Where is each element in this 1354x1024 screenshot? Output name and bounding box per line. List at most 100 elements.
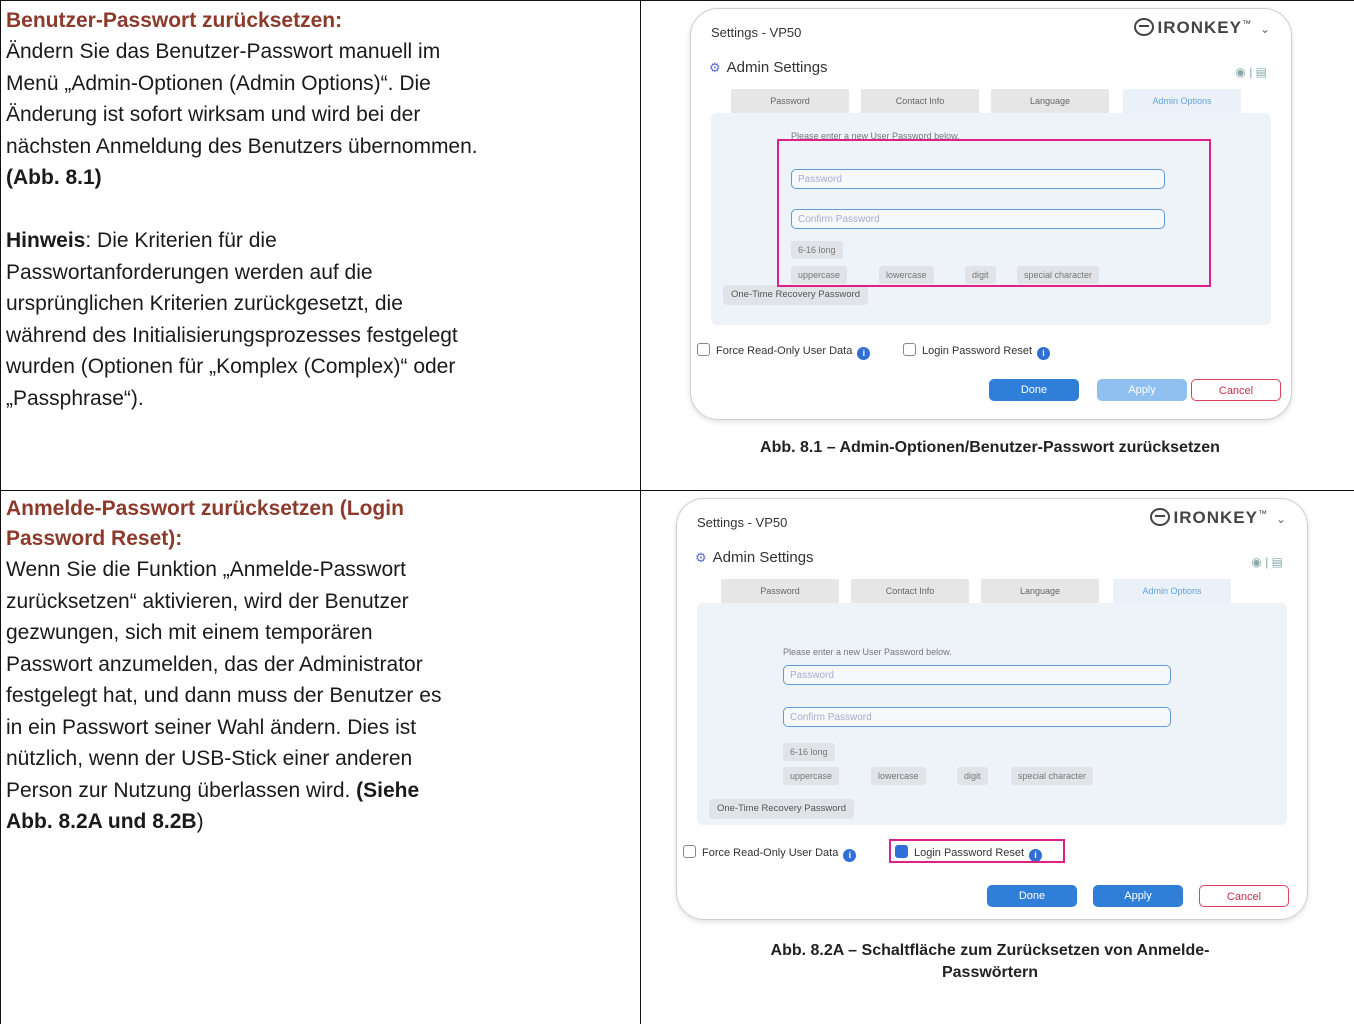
section2-line-5: festgelegt hat, und dann muss der Benutz… bbox=[6, 684, 442, 707]
section1-line-4: nächsten Anmeldung des Benutzers übernom… bbox=[6, 134, 478, 158]
section2-line-8: Person zur Nutzung überlassen wird. (Sie… bbox=[6, 775, 630, 807]
apply-button[interactable]: Apply bbox=[1093, 885, 1183, 907]
cancel-button[interactable]: Cancel bbox=[1191, 379, 1281, 401]
info-icon[interactable]: i bbox=[857, 347, 871, 360]
ironkey-logo-icon bbox=[1134, 18, 1155, 36]
section1-line-3: Änderung ist sofort wirksam und wird bei… bbox=[6, 103, 421, 126]
force-readonly-label: Force Read-Only User Data bbox=[716, 345, 853, 357]
section1-line-1: Ändern Sie das Benutzer-Passwort manuell… bbox=[6, 40, 441, 63]
table-divider-horizontal bbox=[0, 490, 1354, 491]
keyboard-icon[interactable]: ▤ bbox=[1272, 555, 1283, 569]
force-readonly-option[interactable]: Force Read-Only User Data i bbox=[683, 845, 857, 862]
cancel-button[interactable]: Cancel bbox=[1199, 885, 1289, 907]
chevron-down-icon[interactable]: ⌄ bbox=[1260, 22, 1271, 36]
tab-bar: Password Contact Info Language Admin Opt… bbox=[731, 89, 1241, 113]
section2-heading-line-2: Password Reset): bbox=[6, 527, 183, 550]
note-label: Hinweis bbox=[6, 229, 86, 252]
info-icon[interactable]: i bbox=[1037, 347, 1051, 360]
ironkey-logo-icon bbox=[1150, 508, 1171, 526]
admin-title-text: Admin Settings bbox=[712, 549, 814, 566]
section2-line-9: Abb. 8.2A und 8.2B) bbox=[6, 806, 630, 838]
brand-text: IRONKEY bbox=[1173, 508, 1258, 527]
ironkey-logo: IRONKEY™ ⌄ bbox=[1134, 18, 1271, 38]
force-readonly-option[interactable]: Force Read-Only User Data i bbox=[697, 343, 871, 360]
tab-contact-info[interactable]: Contact Info bbox=[851, 579, 969, 603]
one-time-recovery-button[interactable]: One-Time Recovery Password bbox=[709, 799, 854, 819]
section2-ref: (Siehe bbox=[356, 778, 420, 802]
section2-line-1: Wenn Sie die Funktion „Anmelde-Passwort bbox=[6, 558, 406, 581]
caption-line-2: Passwörtern bbox=[941, 964, 1039, 981]
admin-settings-title: ⚙ Admin Settings bbox=[695, 549, 814, 566]
chevron-down-icon[interactable]: ⌄ bbox=[1276, 512, 1287, 526]
visibility-icon[interactable]: ◉ bbox=[1235, 65, 1245, 79]
highlight-login-reset bbox=[889, 839, 1065, 863]
note-text: : Die Kriterien für die bbox=[85, 229, 277, 252]
force-readonly-label: Force Read-Only User Data bbox=[702, 847, 839, 859]
login-reset-option[interactable]: Login Password Reset i bbox=[903, 343, 1051, 360]
apply-button[interactable]: Apply bbox=[1097, 379, 1187, 401]
info-icon[interactable]: i bbox=[843, 849, 857, 862]
tab-admin-options[interactable]: Admin Options bbox=[1123, 89, 1241, 113]
figure-caption-8-1: Abb. 8.1 – Admin-Optionen/Benutzer-Passw… bbox=[760, 439, 1220, 456]
section2-line-8-text: Person zur Nutzung überlassen wird. bbox=[6, 778, 357, 802]
force-readonly-checkbox[interactable] bbox=[683, 845, 696, 858]
section1-note-line-1: Hinweis: Die Kriterien für die bbox=[6, 225, 630, 257]
window-title: Settings - VP50 bbox=[711, 25, 802, 40]
tab-language[interactable]: Language bbox=[991, 89, 1109, 113]
done-button[interactable]: Done bbox=[989, 379, 1079, 401]
gear-icon: ⚙ bbox=[709, 60, 721, 75]
login-reset-label: Login Password Reset bbox=[922, 345, 1033, 357]
figure-caption-8-2a: Abb. 8.2A – Schaltfläche zum Zurücksetze… bbox=[665, 940, 1315, 984]
section1-note-line-6: „Passphrase“). bbox=[6, 386, 144, 410]
section1-note-line-5: wurden (Optionen für „Komplex (Complex)“… bbox=[6, 355, 456, 378]
length-criterion: 6-16 long bbox=[783, 743, 835, 761]
section2-line-3: gezwungen, sich mit einem temporären bbox=[6, 621, 373, 644]
ironkey-logo: IRONKEY™ ⌄ bbox=[1150, 508, 1287, 528]
section2-heading-line-1: Anmelde-Passwort zurücksetzen (Login bbox=[6, 497, 404, 520]
admin-settings-window-2: Settings - VP50 IRONKEY™ ⌄ ⚙ Admin Setting… bbox=[676, 498, 1308, 920]
table-border-top bbox=[0, 0, 1354, 1]
caption-line-1: Abb. 8.2A – Schaltfläche zum Zurücksetze… bbox=[770, 942, 1210, 959]
admin-options-panel: Please enter a new User Password below. … bbox=[697, 603, 1287, 825]
criterion-lowercase: lowercase bbox=[871, 767, 926, 785]
section1-line-2: Menü „Admin-Optionen (Admin Options)“. D… bbox=[6, 71, 431, 95]
section2-line-2: zurücksetzen“ aktivieren, wird der Benut… bbox=[6, 589, 409, 613]
visibility-icon[interactable]: ◉ bbox=[1251, 555, 1261, 569]
one-time-recovery-button[interactable]: One-Time Recovery Password bbox=[723, 285, 868, 305]
section2-ref-figures: Abb. 8.2A und 8.2B bbox=[6, 810, 197, 833]
tab-admin-options[interactable]: Admin Options bbox=[1113, 579, 1231, 603]
brand-tm: ™ bbox=[1257, 508, 1268, 519]
criterion-special-character: special character bbox=[1011, 767, 1094, 785]
criterion-uppercase: uppercase bbox=[783, 767, 840, 785]
brand-tm: ™ bbox=[1241, 18, 1252, 29]
tab-bar: Password Contact Info Language Admin Opt… bbox=[721, 579, 1231, 603]
toolbar-icons: ◉ | ▤ bbox=[1251, 555, 1283, 569]
tab-contact-info[interactable]: Contact Info bbox=[861, 89, 979, 113]
password-input[interactable]: Password bbox=[783, 665, 1171, 685]
section2-line-6: in ein Passwort seiner Wahl ändern. Dies… bbox=[6, 715, 417, 739]
gear-icon: ⚙ bbox=[695, 550, 707, 565]
section1-ref-line: (Abb. 8.1) bbox=[6, 162, 630, 194]
confirm-password-input[interactable]: Confirm Password bbox=[783, 707, 1171, 727]
force-readonly-checkbox[interactable] bbox=[697, 343, 710, 356]
done-button[interactable]: Done bbox=[987, 885, 1077, 907]
admin-title-text: Admin Settings bbox=[726, 59, 828, 76]
section1-ref: (Abb. 8.1) bbox=[6, 166, 102, 189]
highlight-password-area bbox=[777, 139, 1211, 287]
table-divider-vertical bbox=[640, 0, 641, 1024]
brand-text: IRONKEY bbox=[1157, 18, 1242, 37]
keyboard-icon[interactable]: ▤ bbox=[1256, 65, 1267, 79]
login-reset-checkbox[interactable] bbox=[903, 343, 916, 356]
section1-note-line-2: Passwortanforderungen werden auf die bbox=[6, 260, 373, 284]
section1-note-line-4: während des Initialisierungsprozesses fe… bbox=[6, 323, 458, 347]
tab-password[interactable]: Password bbox=[731, 89, 849, 113]
admin-settings-title: ⚙ Admin Settings bbox=[709, 59, 828, 76]
password-prompt: Please enter a new User Password below. bbox=[783, 647, 952, 657]
tab-language[interactable]: Language bbox=[981, 579, 1099, 603]
section2-ref-close: ) bbox=[196, 810, 204, 833]
tab-password[interactable]: Password bbox=[721, 579, 839, 603]
section1-heading: Benutzer-Passwort zurücksetzen: bbox=[6, 9, 343, 32]
table-border-left bbox=[0, 0, 1, 1024]
section2-line-4: Passwort anzumelden, das der Administrat… bbox=[6, 652, 423, 676]
